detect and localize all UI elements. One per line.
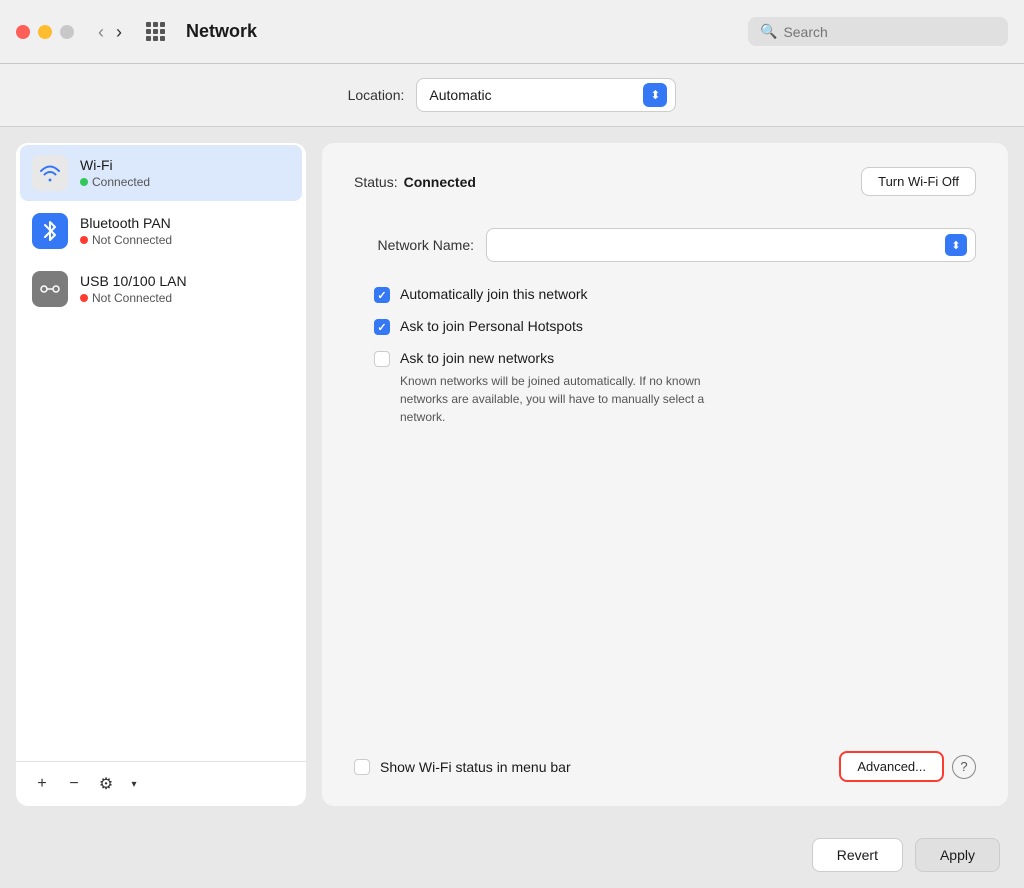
apply-button[interactable]: Apply — [915, 838, 1000, 872]
location-value: Automatic — [429, 87, 635, 103]
wifi-status-text: Connected — [92, 175, 150, 189]
bluetooth-status: Not Connected — [80, 233, 172, 247]
new-networks-checkbox[interactable] — [374, 351, 390, 367]
usb-icon — [32, 271, 68, 307]
wifi-status: Connected — [80, 175, 150, 189]
show-wifi-row: Show Wi-Fi status in menu bar — [354, 758, 839, 775]
bluetooth-network-info: Bluetooth PAN Not Connected — [80, 215, 172, 247]
window-controls — [16, 25, 74, 39]
location-arrows-icon: ⬍ — [643, 83, 667, 107]
usb-status: Not Connected — [80, 291, 187, 305]
sidebar: Wi-Fi Connected Bluetooth PAN — [16, 143, 306, 806]
titlebar: ‹ › Network 🔍 — [0, 0, 1024, 64]
right-panel: Status: Connected Turn Wi-Fi Off Network… — [322, 143, 1008, 806]
main-content: Wi-Fi Connected Bluetooth PAN — [0, 127, 1024, 822]
network-list: Wi-Fi Connected Bluetooth PAN — [16, 143, 306, 761]
network-name-arrows-icon: ⬍ — [945, 234, 967, 256]
bluetooth-name: Bluetooth PAN — [80, 215, 172, 231]
wifi-icon — [32, 155, 68, 191]
bluetooth-status-text: Not Connected — [92, 233, 172, 247]
gear-chevron-button[interactable]: ▾ — [120, 770, 148, 798]
gear-button[interactable]: ⚙ — [92, 770, 120, 798]
bluetooth-icon — [32, 213, 68, 249]
status-label: Status: — [354, 174, 398, 190]
help-button[interactable]: ? — [952, 755, 976, 779]
sidebar-toolbar: + − ⚙ ▾ — [16, 761, 306, 806]
advanced-button[interactable]: Advanced... — [839, 751, 944, 782]
options-section: Automatically join this network Ask to j… — [374, 286, 976, 426]
search-input[interactable] — [783, 24, 996, 40]
auto-join-label: Automatically join this network — [400, 286, 588, 302]
usb-name: USB 10/100 LAN — [80, 273, 187, 289]
show-wifi-label: Show Wi-Fi status in menu bar — [380, 759, 571, 775]
network-name-row: Network Name: ⬍ — [354, 228, 976, 262]
turn-wifi-off-button[interactable]: Turn Wi-Fi Off — [861, 167, 976, 196]
network-name-label: Network Name: — [354, 237, 474, 253]
new-networks-label: Ask to join new networks — [400, 350, 554, 366]
status-row: Status: Connected Turn Wi-Fi Off — [354, 167, 976, 196]
usb-status-dot — [80, 294, 88, 302]
sidebar-item-wifi[interactable]: Wi-Fi Connected — [20, 145, 302, 201]
personal-hotspots-row: Ask to join Personal Hotspots — [374, 318, 976, 336]
remove-network-button[interactable]: − — [60, 770, 88, 798]
maximize-button[interactable] — [60, 25, 74, 39]
auto-join-row: Automatically join this network — [374, 286, 976, 304]
wifi-status-dot — [80, 178, 88, 186]
usb-status-text: Not Connected — [92, 291, 172, 305]
sidebar-item-bluetooth[interactable]: Bluetooth PAN Not Connected — [20, 203, 302, 259]
location-select[interactable]: Automatic ⬍ — [416, 78, 676, 112]
search-icon: 🔍 — [760, 23, 777, 40]
gear-dropdown[interactable]: ⚙ ▾ — [92, 770, 148, 798]
auto-join-checkbox[interactable] — [374, 287, 390, 303]
footer: Revert Apply — [0, 822, 1024, 888]
location-label: Location: — [348, 87, 405, 103]
add-network-button[interactable]: + — [28, 770, 56, 798]
forward-button[interactable]: › — [112, 21, 126, 43]
network-name-select[interactable]: ⬍ — [486, 228, 976, 262]
status-value: Connected — [404, 174, 862, 190]
show-wifi-checkbox[interactable] — [354, 759, 370, 775]
search-bar[interactable]: 🔍 — [748, 17, 1008, 46]
sidebar-item-usb[interactable]: USB 10/100 LAN Not Connected — [20, 261, 302, 317]
back-button[interactable]: ‹ — [94, 21, 108, 43]
personal-hotspots-checkbox[interactable] — [374, 319, 390, 335]
close-button[interactable] — [16, 25, 30, 39]
new-networks-row: Ask to join new networks Known networks … — [374, 350, 976, 426]
minimize-button[interactable] — [38, 25, 52, 39]
page-title: Network — [186, 21, 736, 42]
wifi-network-info: Wi-Fi Connected — [80, 157, 150, 189]
bluetooth-status-dot — [80, 236, 88, 244]
nav-arrows: ‹ › — [94, 21, 126, 43]
location-bar: Location: Automatic ⬍ — [0, 64, 1024, 127]
usb-network-info: USB 10/100 LAN Not Connected — [80, 273, 187, 305]
revert-button[interactable]: Revert — [812, 838, 903, 872]
wifi-name: Wi-Fi — [80, 157, 150, 173]
personal-hotspots-label: Ask to join Personal Hotspots — [400, 318, 583, 334]
bottom-row: Show Wi-Fi status in menu bar Advanced..… — [354, 751, 976, 782]
new-networks-sublabel: Known networks will be joined automatica… — [400, 372, 740, 426]
grid-icon[interactable] — [146, 22, 166, 42]
